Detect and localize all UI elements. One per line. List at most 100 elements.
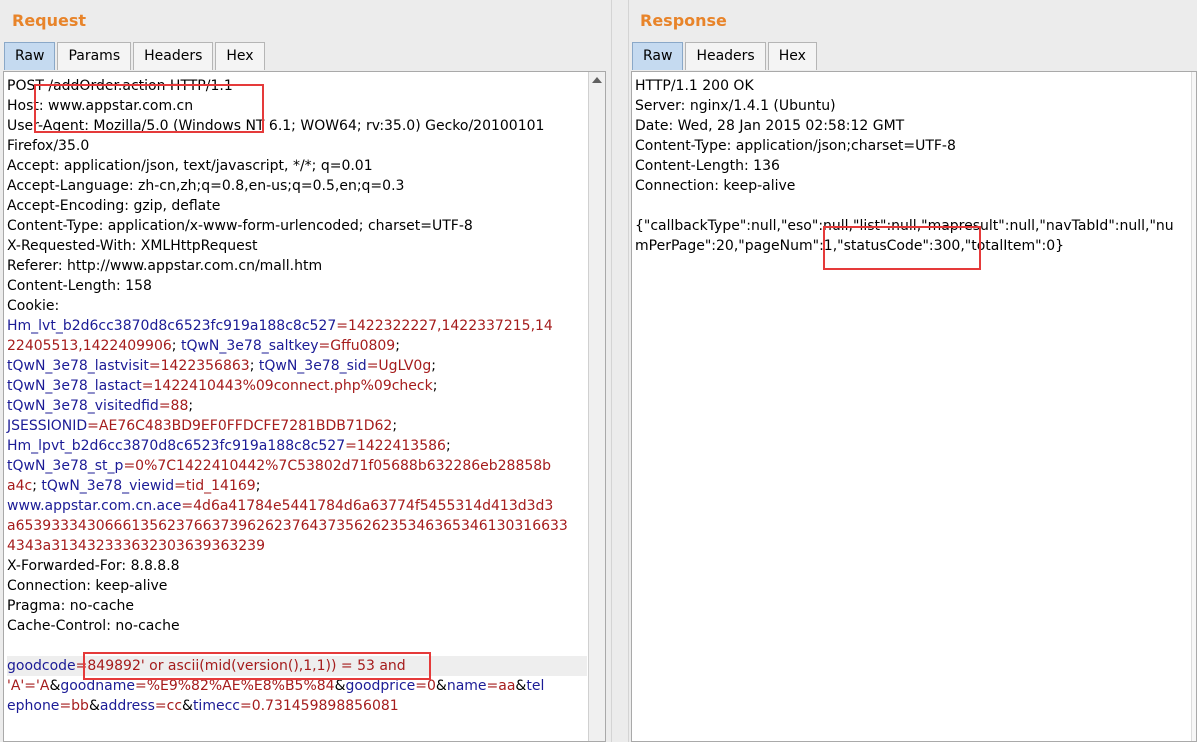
response-raw-text[interactable]: HTTP/1.1 200 OK Server: nginx/1.4.1 (Ubun… — [635, 76, 1184, 256]
request-tab-raw[interactable]: Raw — [4, 42, 56, 70]
text-line: Accept-Encoding: gzip, deflate — [7, 196, 587, 216]
response-tabs: Raw Headers Hex — [632, 42, 819, 71]
text-segment: tQwN_3e78_sid — [258, 358, 367, 374]
text-segment: & — [49, 678, 61, 694]
text-segment: Hm_lpvt_b2d6cc3870d8c6523fc919a188c8c527 — [7, 438, 346, 454]
text-line: Content-Type: application/json;charset=U… — [635, 136, 1184, 156]
text-segment: & — [435, 678, 447, 694]
text-line: Cache-Control: no-cache — [7, 616, 587, 636]
text-line — [7, 636, 587, 656]
text-line: tQwN_3e78_visitedfid=88; — [7, 396, 587, 416]
text-segment — [635, 198, 639, 214]
text-segment: Content-Type: application/json;charset=U… — [635, 138, 956, 154]
text-segment: & — [334, 678, 346, 694]
text-line: www.appstar.com.cn.ace=4d6a41784e5441784… — [7, 496, 587, 516]
response-raw-editor[interactable]: HTTP/1.1 200 OK Server: nginx/1.4.1 (Ubun… — [631, 71, 1197, 742]
text-segment: Hm_lvt_b2d6cc3870d8c6523fc919a188c8c527 — [7, 318, 337, 334]
text-segment: Firefox/35.0 — [7, 138, 90, 154]
request-tab-hex[interactable]: Hex — [215, 42, 265, 70]
response-tab-raw[interactable]: Raw — [632, 42, 684, 70]
text-segment: POST /addOrder.action HTTP/1.1 — [7, 78, 233, 94]
text-segment: ; — [392, 418, 398, 434]
text-line: mPerPage":20,"pageNum":1,"statusCode":30… — [635, 236, 1184, 256]
text-line: Firefox/35.0 — [7, 136, 587, 156]
text-segment: Referer: http://www.appstar.com.cn/mall.… — [7, 258, 323, 274]
text-line — [635, 196, 1184, 216]
text-line: Pragma: no-cache — [7, 596, 587, 616]
text-segment: X-Requested-With: XMLHttpRequest — [7, 238, 258, 254]
request-pane: Request Raw Params Headers Hex POST /add… — [0, 0, 611, 742]
request-tab-params[interactable]: Params — [57, 42, 132, 70]
response-tab-headers[interactable]: Headers — [685, 42, 766, 70]
text-line: Host: www.appstar.com.cn — [7, 96, 587, 116]
text-segment: Cookie: — [7, 298, 60, 314]
text-line: X-Requested-With: XMLHttpRequest — [7, 236, 587, 256]
text-line: ephone=bb&address=cc&timecc=0.7314598988… — [7, 696, 587, 716]
text-line: Content-Length: 136 — [635, 156, 1184, 176]
pane-splitter[interactable] — [611, 0, 629, 742]
text-segment: User-Agent: Mozilla/5.0 (Windows NT 6.1;… — [7, 118, 545, 134]
text-line: HTTP/1.1 200 OK — [635, 76, 1184, 96]
text-segment: ; — [249, 358, 259, 374]
text-line: POST /addOrder.action HTTP/1.1 — [7, 76, 587, 96]
text-line: tQwN_3e78_st_p=0%7C1422410442%7C53802d71… — [7, 456, 587, 476]
text-line: User-Agent: Mozilla/5.0 (Windows NT 6.1;… — [7, 116, 587, 136]
text-line: Cookie: — [7, 296, 587, 316]
text-segment: ; — [395, 338, 400, 354]
text-line: 'A'='A&goodname=%E9%82%AE%E8%B5%84&goodp… — [7, 676, 587, 696]
text-segment: ephone — [7, 698, 60, 714]
text-line: Accept: application/json, text/javascrip… — [7, 156, 587, 176]
text-segment: Accept-Encoding: gzip, deflate — [7, 198, 221, 214]
text-line: a653933343066613562376637396262376437356… — [7, 516, 587, 536]
text-segment: ; — [255, 478, 261, 494]
text-segment: Date: Wed, 28 Jan 2015 02:58:12 GMT — [635, 118, 905, 134]
text-segment: =1422413586 — [345, 438, 446, 454]
text-segment: =AE76C483BD9EF0FFDCFE7281BDB71D62 — [87, 418, 393, 434]
text-line: 4343a313432333632303639363239 — [7, 536, 587, 556]
text-segment: address — [99, 698, 155, 714]
text-segment: HTTP/1.1 200 OK — [635, 78, 754, 94]
text-line: goodcode=849892' or ascii(mid(version(),… — [7, 656, 587, 676]
text-segment: Content-Length: 158 — [7, 278, 152, 294]
text-line: Referer: http://www.appstar.com.cn/mall.… — [7, 256, 587, 276]
text-segment: =88 — [158, 398, 189, 414]
request-tab-headers[interactable]: Headers — [133, 42, 214, 70]
text-segment: 4343a313432333632303639363239 — [7, 538, 265, 554]
text-segment: =1422410443%09connect.php%09check — [141, 378, 433, 394]
text-line: Hm_lvt_b2d6cc3870d8c6523fc919a188c8c527=… — [7, 316, 587, 336]
text-line: tQwN_3e78_lastvisit=1422356863; tQwN_3e7… — [7, 356, 587, 376]
text-segment: a653933343066613562376637396262376437356… — [7, 518, 568, 534]
text-line: Accept-Language: zh-cn,zh;q=0.8,en-us;q=… — [7, 176, 587, 196]
text-line: Content-Length: 158 — [7, 276, 587, 296]
text-segment: ; — [188, 398, 194, 414]
text-segment: =0 — [415, 678, 436, 694]
text-segment: ; — [432, 378, 438, 394]
text-segment: 1422322227,1422337215,14 — [347, 318, 553, 334]
text-segment: timecc — [192, 698, 240, 714]
text-segment: =%E9%82%AE%E8%B5%84 — [134, 678, 335, 694]
text-segment: ; — [32, 478, 42, 494]
text-segment: X-Forwarded-For: 8.8.8.8 — [7, 558, 180, 574]
request-raw-editor[interactable]: POST /addOrder.action HTTP/1.1 Host: www.… — [3, 71, 606, 742]
request-raw-text[interactable]: POST /addOrder.action HTTP/1.1 Host: www.… — [7, 76, 587, 716]
text-segment: tQwN_3e78_viewid — [41, 478, 175, 494]
text-line: X-Forwarded-For: 8.8.8.8 — [7, 556, 587, 576]
text-segment — [7, 638, 11, 654]
text-line: Connection: keep-alive — [7, 576, 587, 596]
text-segment: tQwN_3e78_lastvisit — [7, 358, 149, 374]
scroll-up-arrow-icon[interactable] — [592, 77, 602, 83]
text-segment: goodprice — [345, 678, 416, 694]
text-line: Connection: keep-alive — [635, 176, 1184, 196]
text-segment: =bb — [59, 698, 89, 714]
response-scrollbar[interactable] — [1191, 72, 1196, 741]
request-scrollbar[interactable] — [588, 72, 605, 741]
response-tab-hex[interactable]: Hex — [767, 42, 817, 70]
text-segment: =UgLV0g — [366, 358, 432, 374]
text-segment: 'A'='A — [7, 678, 50, 694]
text-segment: www.appstar.com.cn.ace — [7, 498, 182, 514]
text-segment: mPerPage":20,"pageNum":1,"statusCode":30… — [635, 238, 1065, 254]
text-segment: Accept: application/json, text/javascrip… — [7, 158, 373, 174]
response-pane: Response Raw Headers Hex HTTP/1.1 200 OK… — [629, 0, 1197, 742]
text-segment: & — [182, 698, 193, 714]
text-line: Server: nginx/1.4.1 (Ubuntu) — [635, 96, 1184, 116]
